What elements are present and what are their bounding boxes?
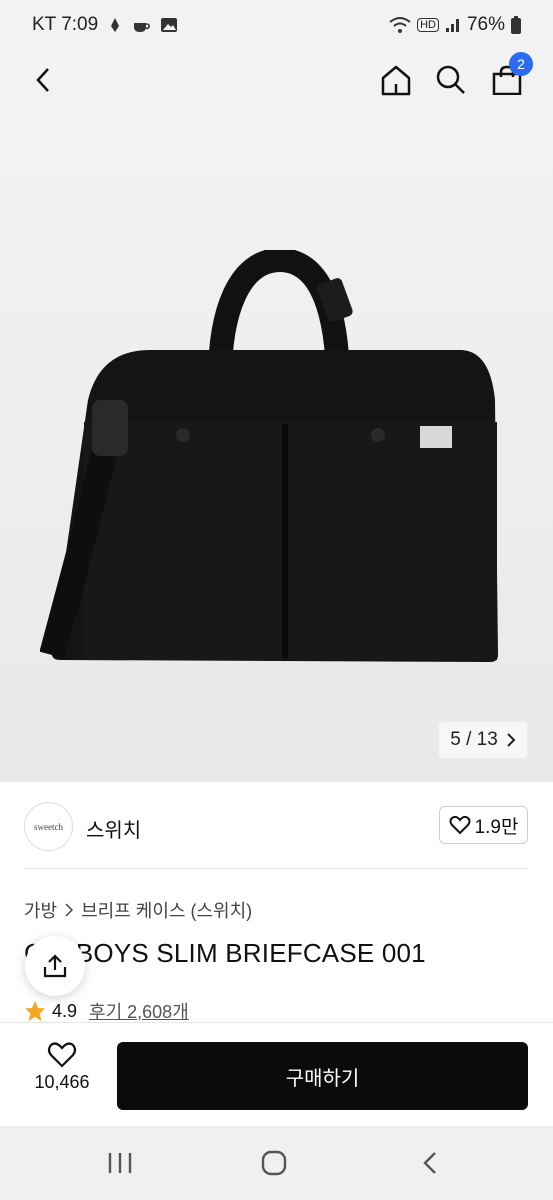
- battery-icon: [511, 16, 521, 34]
- rating-row: 4.9 후기 2,608개: [24, 998, 189, 1024]
- chevron-right-icon: [65, 903, 74, 917]
- recent-apps-button[interactable]: [100, 1148, 140, 1178]
- hd-icon: HD: [417, 18, 439, 32]
- notification-icon: [111, 18, 120, 32]
- star-icon: [25, 1001, 45, 1021]
- battery-percent: 76%: [466, 14, 505, 35]
- wishlist-button[interactable]: 10,466: [20, 1041, 104, 1111]
- carrier-time: KT 7:09: [32, 14, 99, 35]
- heart-outline-icon: [449, 815, 471, 835]
- back-system-button[interactable]: [410, 1148, 450, 1178]
- back-chevron-icon: [423, 1152, 436, 1174]
- search-icon: [436, 65, 465, 94]
- wishlist-count: 10,466: [34, 1072, 90, 1092]
- system-navigation-bar: [0, 1126, 553, 1200]
- share-button[interactable]: [25, 936, 85, 996]
- top-navigation: 2: [0, 50, 553, 110]
- search-button[interactable]: [429, 58, 473, 102]
- image-counter-text: 5 / 13: [450, 729, 498, 750]
- wifi-icon: [389, 17, 411, 33]
- buy-button[interactable]: 구매하기: [117, 1042, 528, 1110]
- home-circle-icon: [261, 1150, 287, 1176]
- bottom-action-bar: 10,466 구매하기: [0, 1022, 553, 1126]
- breadcrumb-category[interactable]: 가방: [24, 897, 57, 923]
- gallery-icon: [161, 18, 178, 32]
- breadcrumb: 가방 브리프 케이스 (스위치): [24, 897, 252, 923]
- brand-name[interactable]: 스위치: [86, 814, 141, 843]
- home-system-button[interactable]: [254, 1148, 294, 1178]
- coffee-icon: [134, 23, 151, 32]
- signal-icon: [445, 19, 459, 32]
- recent-apps-icon: [108, 1153, 132, 1173]
- buy-button-label: 구매하기: [285, 1067, 360, 1090]
- product-image-gallery[interactable]: 5 / 13: [0, 50, 553, 782]
- brand-row: sweetch 스위치 1.9만: [0, 782, 553, 870]
- heart-outline-icon: [47, 1042, 77, 1068]
- home-icon: [381, 65, 411, 96]
- cart-count-badge: 2: [509, 52, 533, 76]
- product-image-briefcase: [40, 250, 499, 662]
- home-button[interactable]: [374, 58, 418, 102]
- brand-like-count: 1.9만: [474, 816, 519, 838]
- brand-logo-text: sweetch: [34, 821, 63, 832]
- status-bar: KT 7:09 HD 76%: [0, 0, 553, 50]
- image-counter[interactable]: 5 / 13: [439, 722, 527, 758]
- back-arrow-icon: [36, 68, 49, 92]
- divider: [24, 868, 529, 869]
- back-button[interactable]: [21, 58, 65, 102]
- review-count-link[interactable]: 후기 2,608개: [89, 998, 189, 1024]
- brand-like-button[interactable]: 1.9만: [439, 806, 528, 844]
- rating-value: 4.9: [52, 1000, 78, 1021]
- breadcrumb-subcategory[interactable]: 브리프 케이스 (스위치): [81, 897, 252, 923]
- chevron-right-icon: [507, 733, 516, 747]
- product-detail-screen: 5 / 13 KT 7:09 HD 76% 2 sweetch 스위치 1.9만…: [0, 0, 553, 1200]
- share-icon: [43, 954, 67, 978]
- cart-button[interactable]: 2: [485, 52, 533, 102]
- brand-logo[interactable]: sweetch: [24, 802, 73, 851]
